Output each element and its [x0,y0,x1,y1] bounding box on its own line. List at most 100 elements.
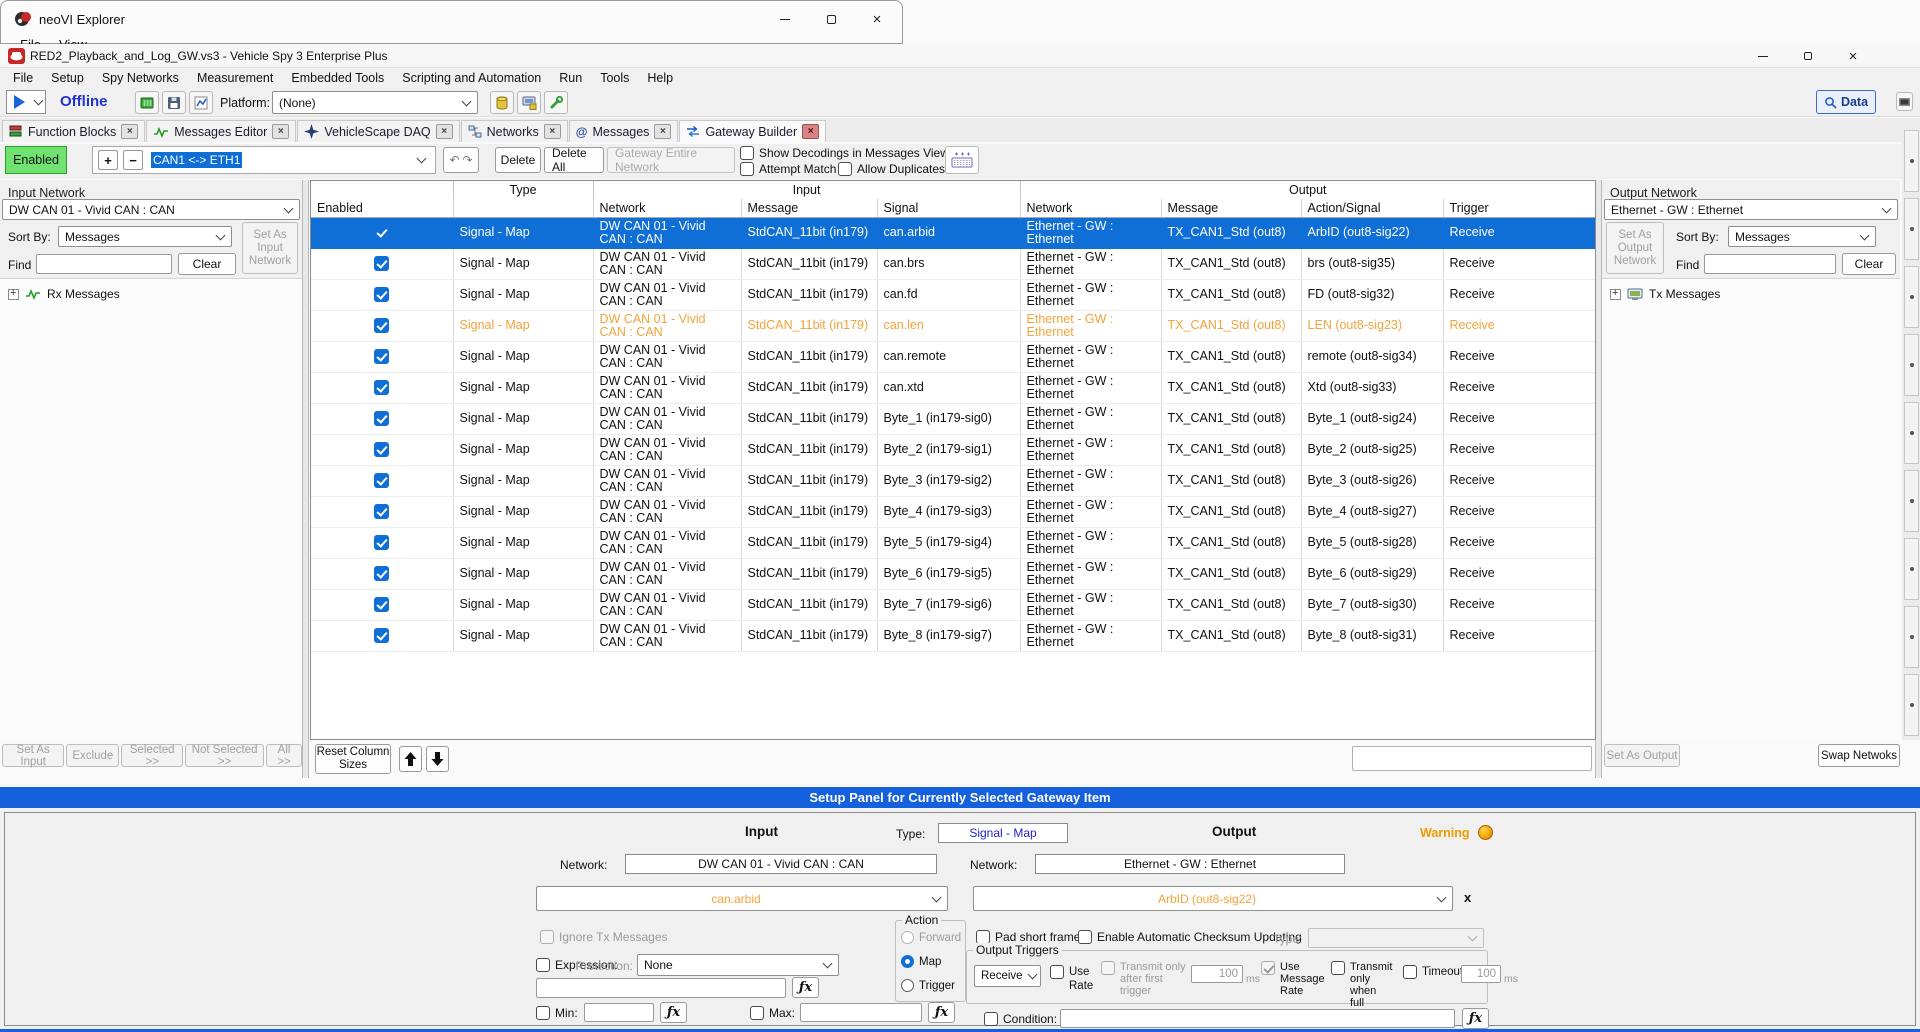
menu-item[interactable]: Help [638,71,682,85]
dock-handle[interactable] [1904,606,1919,668]
col-input-message[interactable]: Message [741,199,877,217]
table-row[interactable]: Signal - Map DW CAN 01 - Vivid CAN : CAN… [311,403,1595,434]
checkbox[interactable] [1261,961,1275,975]
table-row[interactable]: Signal - Map DW CAN 01 - Vivid CAN : CAN… [311,248,1595,279]
row-enabled-checkbox[interactable] [374,535,389,550]
tab-close-icon[interactable]: × [802,124,819,139]
table-row[interactable]: Signal - Map DW CAN 01 - Vivid CAN : CAN… [311,589,1595,620]
tab-close-icon[interactable]: × [544,124,561,139]
condition-input[interactable] [1060,1009,1455,1028]
col-output-network[interactable]: Network [1020,199,1161,217]
dock-handle[interactable] [1904,538,1919,600]
dock-handle[interactable] [1904,266,1919,328]
expand-icon[interactable] [1610,289,1621,300]
row-enabled-checkbox[interactable] [374,225,389,240]
neovi-minimize-button[interactable] [763,1,807,37]
output-network-combobox[interactable]: Ethernet - GW : Ethernet [1604,199,1898,220]
checkbox[interactable] [1078,930,1092,944]
attempt-match-checkbox[interactable]: Attempt Match [740,162,836,176]
tab-messages[interactable]: @ Messages × [569,120,679,142]
dock-handle[interactable] [1904,402,1919,464]
tab-function-blocks[interactable]: Function Blocks × [2,120,145,142]
neovi-close-button[interactable]: × [855,1,899,37]
menu-item[interactable]: Measurement [188,71,282,85]
platform-combobox[interactable]: (None) [272,91,478,114]
row-enabled-checkbox[interactable] [374,380,389,395]
input-network-combobox[interactable]: DW CAN 01 - Vivid CAN : CAN [2,199,300,220]
pad-short-frames-checkbox[interactable]: Pad short frames [976,930,1086,944]
sort-by-combobox[interactable]: Messages [1728,226,1876,247]
row-enabled-checkbox[interactable] [374,442,389,457]
find-clear-button[interactable]: Clear [1842,253,1896,275]
table-row[interactable]: Signal - Map DW CAN 01 - Vivid CAN : CAN… [311,558,1595,589]
set-as-output-button[interactable]: Set As Output [1604,744,1680,767]
col-input-network[interactable]: Network [593,199,741,217]
remove-output-signal-button[interactable]: x [1464,890,1471,905]
vs3-restore-button[interactable] [1786,44,1830,68]
checkbox[interactable] [1050,965,1064,979]
condition-fx-button[interactable]: ƒx [1462,1008,1489,1029]
redo-icon[interactable]: ↷ [463,153,473,167]
max-checkbox[interactable]: Max: [750,1006,795,1020]
transmit-after-checkbox[interactable]: Transmit only after first trigger [1101,961,1187,997]
tab-close-icon[interactable]: × [121,124,138,139]
table-row[interactable]: Signal - Map DW CAN 01 - Vivid CAN : CAN… [311,217,1595,248]
table-row[interactable]: Signal - Map DW CAN 01 - Vivid CAN : CAN… [311,527,1595,558]
save-button[interactable] [162,91,186,114]
set-as-output-network-button[interactable]: Set As Output Network [1606,222,1664,274]
min-checkbox[interactable]: Min: [536,1006,578,1020]
rx-messages-label[interactable]: Rx Messages [47,287,120,301]
right-splitter[interactable] [1595,180,1602,778]
table-row[interactable]: Signal - Map DW CAN 01 - Vivid CAN : CAN… [311,434,1595,465]
neovi-maximize-button[interactable] [809,1,853,37]
col-trigger[interactable]: Trigger [1443,199,1595,217]
remove-route-button[interactable]: − [123,150,143,170]
move-down-button[interactable] [426,746,449,772]
table-row[interactable]: Signal - Map DW CAN 01 - Vivid CAN : CAN… [311,310,1595,341]
tx-messages-label[interactable]: Tx Messages [1649,287,1720,301]
row-enabled-checkbox[interactable] [374,504,389,519]
delete-button[interactable]: Delete [495,147,541,173]
checkbox[interactable] [1403,965,1417,979]
menu-item[interactable]: Spy Networks [93,71,188,85]
dock-handle[interactable] [1904,130,1919,192]
tab-messages-editor[interactable]: Messages Editor × [146,120,296,142]
platform-setup-button[interactable] [189,91,213,114]
radio[interactable] [901,955,914,968]
find-input[interactable] [36,254,172,274]
sort-by-combobox[interactable]: Messages [58,226,232,247]
checkbox[interactable] [540,930,554,944]
side-panel-toggle[interactable] [1896,92,1913,111]
max-input[interactable] [800,1003,922,1022]
condition-checkbox[interactable]: Condition: [984,1012,1057,1026]
vs3-minimize-button[interactable] [1741,44,1785,68]
menu-item[interactable]: Tools [591,71,638,85]
route-combobox[interactable]: CAN1 <-> ETH1 [151,153,242,167]
undo-redo-group[interactable]: ↶↷ [443,147,479,173]
max-fx-button[interactable]: ƒx [928,1002,955,1023]
find-input[interactable] [1704,254,1836,274]
dock-handle[interactable] [1904,198,1919,260]
find-clear-button[interactable]: Clear [178,253,236,275]
tab-close-icon[interactable]: × [436,124,453,139]
checkbox[interactable] [740,146,754,160]
table-row[interactable]: Signal - Map DW CAN 01 - Vivid CAN : CAN… [311,372,1595,403]
gateway-entire-network-button[interactable]: Gateway Entire Network [607,147,735,173]
dock-handle[interactable] [1904,470,1919,532]
menu-item[interactable]: File [4,71,42,85]
checkbox[interactable] [976,930,990,944]
dock-handle[interactable] [1904,674,1919,736]
data-button[interactable]: Data [1816,90,1876,114]
row-enabled-checkbox[interactable] [374,318,389,333]
timeout-checkbox[interactable]: Timeout: [1403,965,1466,979]
table-row[interactable]: Signal - Map DW CAN 01 - Vivid CAN : CAN… [311,279,1595,310]
radio[interactable] [901,931,914,944]
hardware-save-button[interactable] [517,91,541,114]
rate-input[interactable]: 100 [1191,965,1243,983]
min-input[interactable] [584,1003,654,1022]
col-action-signal[interactable]: Action/Signal [1301,199,1443,217]
input-footer-button[interactable]: Not Selected >> [185,744,264,767]
input-footer-button[interactable]: All >> [266,744,302,767]
checkbox[interactable] [750,1006,764,1020]
row-enabled-checkbox[interactable] [374,287,389,302]
